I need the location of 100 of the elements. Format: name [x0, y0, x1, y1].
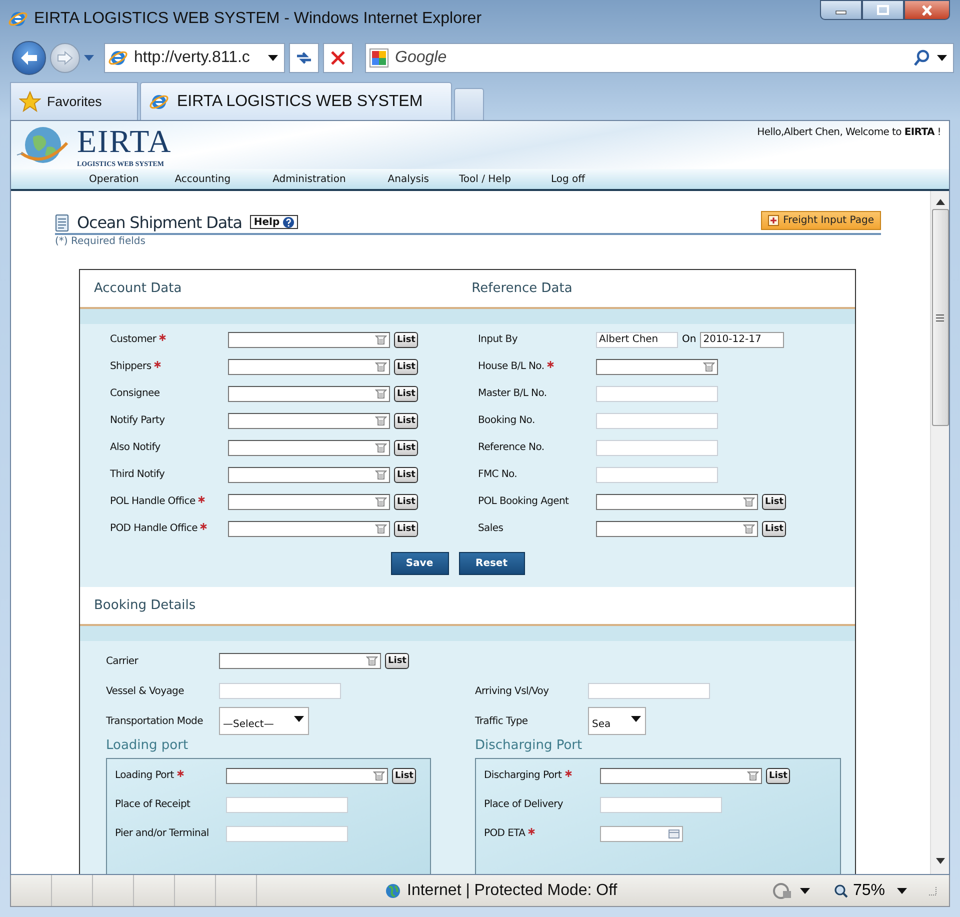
list-button[interactable]: List — [392, 768, 416, 784]
list-button[interactable]: List — [766, 768, 790, 784]
field-label: Master B/L No. — [478, 388, 547, 399]
text-field[interactable] — [596, 412, 718, 428]
lookup-field[interactable] — [228, 386, 390, 402]
field-label: Also Notify — [110, 442, 160, 453]
lookup-icon — [743, 496, 755, 506]
list-button[interactable]: List — [762, 520, 786, 536]
dropdown[interactable]: Sea — [588, 707, 646, 735]
field-label: Sales — [478, 523, 504, 534]
list-button[interactable]: List — [762, 494, 786, 510]
lookup-field[interactable] — [228, 494, 390, 510]
plus-icon — [768, 215, 780, 226]
menu-item[interactable]: Analysis — [388, 174, 429, 184]
window-title: EIRTA LOGISTICS WEB SYSTEM - Windows Internet Explorer — [34, 10, 483, 28]
logo-text: EIRTA — [77, 122, 172, 160]
field-label: Shippers — [110, 361, 152, 372]
maximize-button[interactable] — [862, 0, 904, 20]
close-button[interactable] — [904, 0, 950, 20]
list-button[interactable]: List — [394, 332, 418, 348]
lookup-field[interactable] — [228, 440, 390, 456]
field-label: Booking No. — [478, 415, 535, 426]
text-field[interactable] — [600, 796, 722, 812]
menu-item[interactable]: Log off — [550, 174, 586, 184]
lookup-icon — [375, 496, 387, 506]
security-icon[interactable] — [772, 882, 794, 900]
address-field[interactable]: http://verty.811.c — [104, 43, 285, 73]
scroll-up-icon — [936, 199, 944, 205]
form-button[interactable]: Save — [390, 552, 448, 575]
lookup-field[interactable] — [228, 412, 390, 428]
scroll-thumb[interactable] — [932, 209, 948, 426]
text-field[interactable] — [226, 796, 348, 812]
page-title: Ocean Shipment Data — [77, 213, 242, 232]
date-field[interactable]: 2010-12-17 — [700, 332, 784, 348]
field-label: House B/L No. — [478, 361, 544, 372]
list-button[interactable]: List — [385, 653, 410, 669]
caret-icon — [630, 716, 641, 722]
list-button[interactable]: List — [394, 466, 418, 482]
lookup-field[interactable] — [600, 768, 762, 784]
star-icon — [19, 90, 41, 112]
lookup-field[interactable] — [596, 358, 718, 374]
menu-item[interactable]: Tool / Help — [459, 174, 511, 184]
menu-item[interactable]: Administration — [272, 174, 346, 184]
list-button[interactable]: List — [394, 358, 418, 374]
lookup-field[interactable] — [228, 332, 390, 348]
date-field[interactable] — [600, 826, 683, 842]
text-field[interactable] — [588, 683, 710, 699]
panel-heading: Loading port — [106, 738, 190, 753]
freight-input-button[interactable]: Freight Input Page — [761, 211, 881, 230]
text-field[interactable] — [596, 440, 718, 456]
dropdown[interactable]: —Select— — [219, 707, 309, 735]
list-button[interactable]: List — [394, 494, 418, 510]
lookup-field[interactable] — [219, 653, 381, 669]
list-button[interactable]: List — [394, 520, 418, 536]
back-button[interactable] — [12, 41, 46, 75]
lookup-field[interactable] — [228, 358, 390, 374]
dropdown-caret-icon[interactable] — [800, 888, 810, 894]
lookup-icon — [375, 362, 387, 372]
stop-button[interactable] — [323, 43, 353, 73]
refresh-button[interactable] — [289, 43, 319, 73]
grip-icon — [936, 314, 944, 322]
favorites-button[interactable]: Favorites — [10, 82, 138, 120]
lookup-field[interactable] — [596, 520, 758, 536]
list-button[interactable]: List — [394, 440, 418, 456]
field-label: Third Notify — [110, 469, 165, 480]
minimize-button[interactable] — [820, 0, 862, 20]
help-button[interactable]: Help — [250, 215, 298, 229]
field-label: POD ETA — [484, 828, 526, 839]
menu-item[interactable]: Operation — [89, 174, 139, 184]
field-label: Carrier — [106, 656, 138, 666]
close-icon — [921, 4, 933, 16]
browser-logo-icon — [8, 9, 28, 29]
required-note: (*) Required fields — [55, 236, 146, 247]
zoom-button[interactable]: 75% — [834, 882, 885, 900]
field-label: Pier and/or Terminal — [115, 828, 209, 839]
dropdown-caret-icon — [937, 55, 947, 61]
dropdown-caret-icon — [268, 55, 278, 61]
search-field[interactable]: Google — [365, 43, 954, 73]
lookup-field[interactable] — [228, 520, 390, 536]
lookup-icon — [373, 770, 385, 780]
lookup-field[interactable] — [596, 494, 758, 510]
lookup-icon — [375, 416, 387, 426]
text-field[interactable]: Albert Chen — [596, 332, 678, 348]
text-field[interactable] — [226, 826, 348, 842]
field-label: FMC No. — [478, 469, 518, 480]
lookup-field[interactable] — [228, 466, 390, 482]
search-icon — [913, 49, 931, 67]
form-button[interactable]: Reset — [458, 552, 524, 575]
menu-item[interactable]: Accounting — [174, 174, 231, 184]
browser-tab[interactable]: EIRTA LOGISTICS WEB SYSTEM — [140, 82, 452, 120]
lookup-icon — [375, 334, 387, 344]
list-button[interactable]: List — [394, 412, 418, 428]
text-field[interactable] — [219, 683, 341, 699]
list-button[interactable]: List — [394, 386, 418, 402]
text-field[interactable] — [596, 386, 718, 402]
lookup-field[interactable] — [226, 768, 388, 784]
dropdown-caret-icon[interactable] — [897, 888, 907, 894]
text-field[interactable] — [596, 466, 718, 482]
scrollbar[interactable] — [930, 191, 949, 874]
field-label: POL Handle Office — [110, 496, 196, 507]
